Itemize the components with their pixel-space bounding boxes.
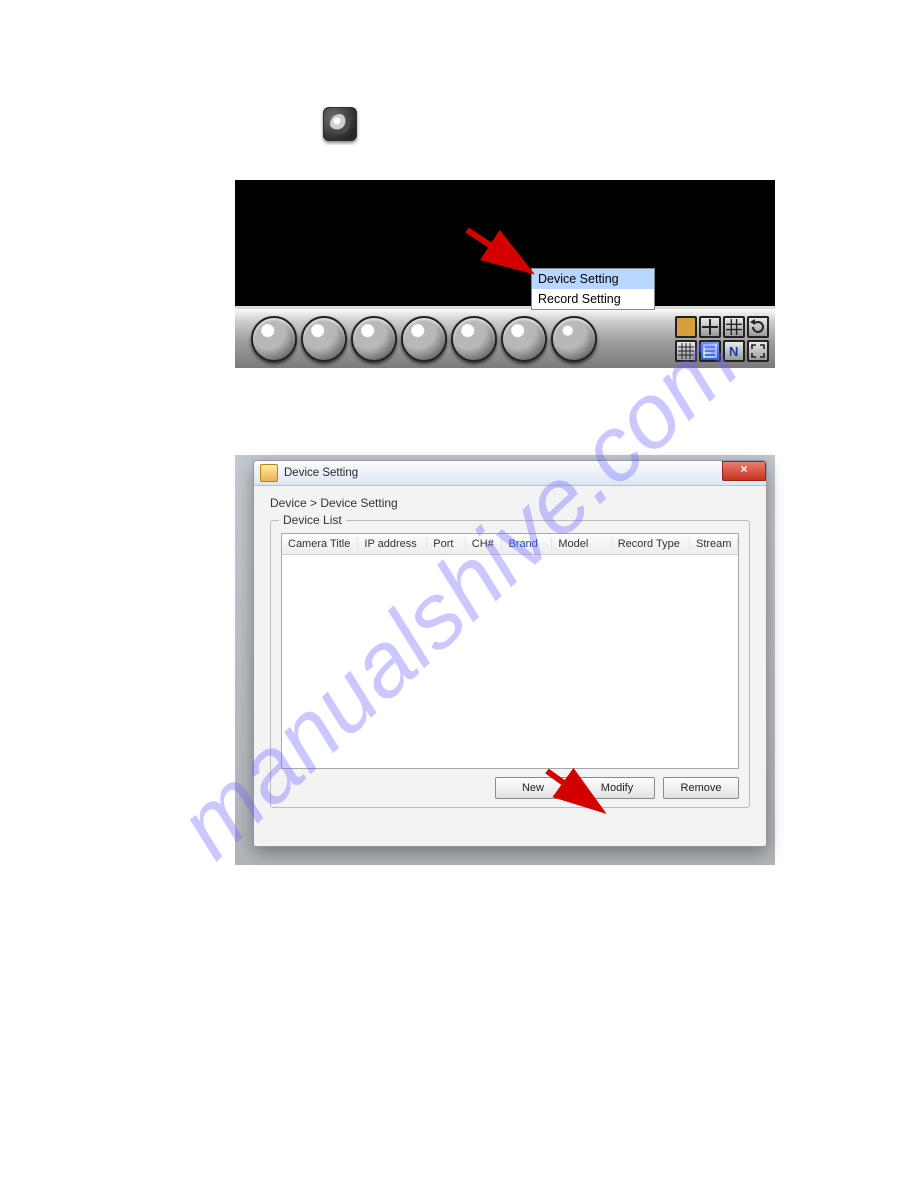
eye-icon[interactable] — [301, 316, 347, 362]
breadcrumb: Device > Device Setting — [270, 496, 750, 510]
table-column-header[interactable]: Camera Title — [282, 538, 358, 550]
table-column-header[interactable]: Brand — [502, 538, 552, 550]
filmstrip-view-button[interactable] — [699, 340, 721, 362]
table-column-header[interactable]: Port — [427, 538, 466, 550]
context-menu-item-record-setting[interactable]: Record Setting — [532, 289, 654, 309]
window-titlebar[interactable]: Device Setting × — [254, 461, 766, 486]
pen-icon[interactable] — [451, 316, 497, 362]
record-icon[interactable] — [251, 316, 297, 362]
device-list-table[interactable]: Camera TitleIP addressPortCH#BrandModelR… — [281, 533, 739, 769]
table-column-header[interactable]: Record Type — [612, 538, 690, 550]
fullscreen-view-button[interactable] — [747, 340, 769, 362]
table-column-header[interactable]: Model — [552, 538, 611, 550]
device-list-groupbox: Device List Camera TitleIP addressPortCH… — [270, 520, 750, 808]
single-view-button[interactable] — [675, 316, 697, 338]
table-column-header[interactable]: CH# — [466, 538, 503, 550]
layout-grid-buttons: N — [675, 316, 769, 362]
screenshot-toolbar-context: Device Setting Record Setting — [235, 180, 775, 368]
close-button[interactable]: × — [722, 461, 766, 481]
n-letter-view-button[interactable]: N — [723, 340, 745, 362]
window-title: Device Setting — [284, 467, 358, 479]
camera-icon[interactable] — [501, 316, 547, 362]
nine-view-button[interactable] — [723, 316, 745, 338]
context-menu[interactable]: Device Setting Record Setting — [531, 268, 655, 310]
gear-icon[interactable] — [551, 316, 597, 362]
svg-text:N: N — [729, 344, 738, 359]
context-menu-item-device-setting[interactable]: Device Setting — [532, 269, 654, 289]
remove-button[interactable]: Remove — [663, 777, 739, 799]
main-toolbar: N — [235, 309, 775, 368]
quad-view-button[interactable] — [699, 316, 721, 338]
groupbox-title: Device List — [279, 513, 346, 527]
sixteen-view-button[interactable] — [675, 340, 697, 362]
table-column-header[interactable]: IP address — [358, 538, 427, 550]
screenshot-device-setting-dialog: Device Setting × Device > Device Setting… — [235, 455, 775, 865]
table-column-header[interactable]: Stream — [690, 538, 738, 550]
app-icon — [260, 464, 278, 482]
device-setting-window: Device Setting × Device > Device Setting… — [253, 460, 767, 847]
inline-camera-icon — [323, 107, 357, 141]
play-icon[interactable] — [351, 316, 397, 362]
table-header-row: Camera TitleIP addressPortCH#BrandModelR… — [282, 534, 738, 555]
rotate-view-button[interactable] — [747, 316, 769, 338]
snapshot-icon[interactable] — [401, 316, 447, 362]
